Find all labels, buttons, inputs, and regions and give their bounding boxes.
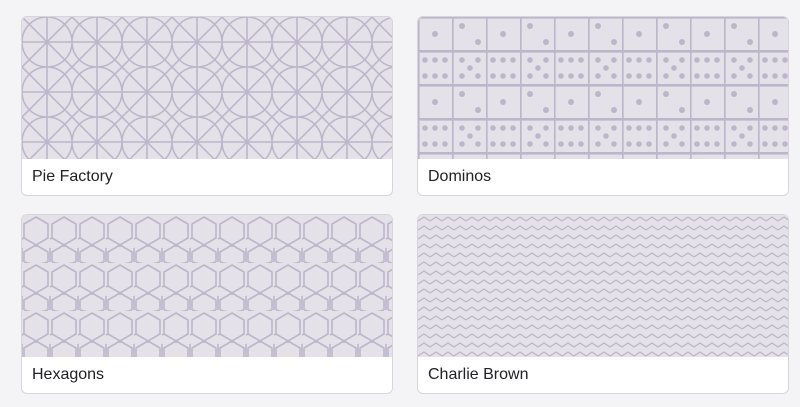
pattern-card-hexagons[interactable]: Hexagons [21, 214, 393, 394]
pattern-card-pie-factory[interactable]: Pie Factory [21, 16, 393, 196]
pattern-name-label: Charlie Brown [428, 366, 529, 383]
pattern-name-label: Pie Factory [32, 168, 113, 185]
charlie-brown-pattern-preview [418, 215, 788, 357]
dominos-pattern-preview [418, 17, 788, 159]
pie-factory-pattern-preview [22, 17, 392, 159]
pattern-card-dominos[interactable]: Dominos [417, 16, 789, 196]
hexagons-pattern-preview [22, 215, 392, 357]
pattern-name-label: Hexagons [32, 366, 105, 383]
pattern-gallery: Pie Factory Dominos Hexagons Charlie Bro… [0, 0, 800, 407]
pattern-name-label: Dominos [428, 168, 492, 185]
pattern-card-charlie-brown[interactable]: Charlie Brown [417, 214, 789, 394]
